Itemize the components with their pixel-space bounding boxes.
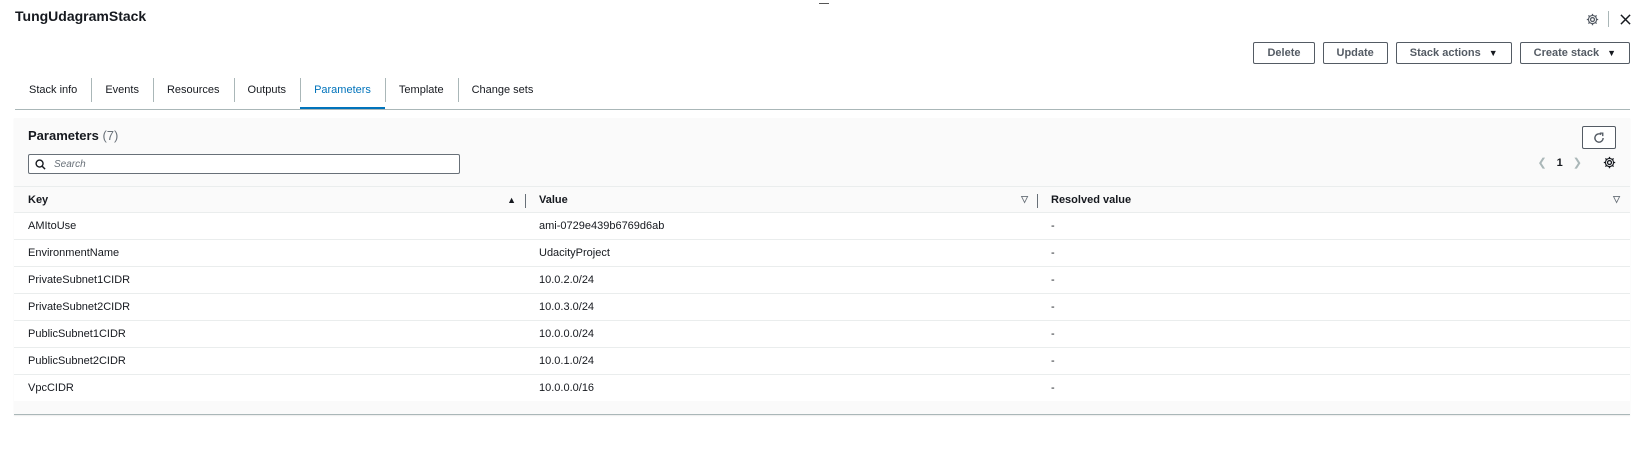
row-resolved-value: - — [1038, 266, 1630, 294]
next-page-icon[interactable]: ❯ — [1573, 156, 1582, 169]
action-buttons: Delete Update Stack actions ▼ Create stac… — [1253, 42, 1630, 64]
column-value-label: Value — [539, 193, 568, 206]
current-page[interactable]: 1 — [1557, 157, 1563, 169]
panel-title: Parameters (7) — [28, 128, 118, 143]
tab-resources[interactable]: Resources — [152, 75, 234, 105]
row-key: VpcCIDR — [14, 374, 526, 401]
search-field[interactable] — [28, 154, 460, 174]
row-value: 10.0.0.0/24 — [526, 320, 1038, 348]
update-button[interactable]: Update — [1322, 42, 1388, 64]
sort-caret-icon: ▽ — [1613, 194, 1620, 204]
refresh-icon — [1594, 131, 1604, 143]
table-row: PrivateSubnet2CIDR 10.0.3.0/24- — [14, 293, 1630, 321]
caret-down-icon: ▼ — [1488, 48, 1498, 58]
column-key-label: Key — [28, 193, 49, 206]
row-value: 10.0.3.0/24 — [526, 293, 1038, 321]
table-row: PublicSubnet2CIDR 10.0.1.0/24- — [14, 347, 1630, 375]
pagination: ❮ 1 ❯ — [1537, 156, 1582, 170]
tab-outputs[interactable]: Outputs — [233, 75, 301, 105]
row-resolved-value: - — [1038, 347, 1630, 375]
delete-button[interactable]: Delete — [1253, 42, 1315, 64]
search-input[interactable] — [52, 157, 446, 171]
search-icon — [35, 158, 46, 170]
row-key: PublicSubnet1CIDR — [14, 320, 526, 348]
tab-template[interactable]: Template — [384, 75, 458, 105]
table-row: PublicSubnet1CIDR 10.0.0.0/24- — [14, 320, 1630, 348]
delete-label: Delete — [1267, 47, 1301, 59]
row-key: PrivateSubnet2CIDR — [14, 293, 526, 321]
parameters-table: Key ▲ Value ▽ Resolved value ▽ AMItoUse ami-… — [14, 186, 1630, 401]
parameters-panel: Parameters (7) ❮ 1 ❯ Key ▲ Value ▽ Resolve… — [14, 118, 1630, 415]
stack-actions-label: Stack actions — [1409, 47, 1481, 59]
caret-down-icon: ▼ — [1607, 48, 1616, 58]
row-resolved-value: - — [1038, 374, 1630, 401]
tab-events[interactable]: Events — [91, 75, 153, 105]
parameter-count: (7) — [102, 128, 119, 143]
row-value: 10.0.0.0/16 — [526, 374, 1038, 401]
close-icon[interactable] — [1615, 9, 1635, 29]
row-value: 10.0.2.0/24 — [526, 266, 1038, 294]
table-row: VpcCIDR 10.0.0.0/16- — [14, 374, 1630, 401]
table-row: PrivateSubnet1CIDR 10.0.2.0/24- — [14, 266, 1630, 294]
update-label: Update — [1336, 47, 1374, 59]
tab-stack-info[interactable]: Stack info — [15, 75, 91, 105]
row-resolved-value: - — [1038, 320, 1630, 348]
row-value: 10.0.1.0/24 — [526, 347, 1038, 375]
drag-handle[interactable] — [819, 3, 829, 4]
preferences-gear-icon[interactable] — [1603, 156, 1616, 169]
refresh-button[interactable] — [1582, 126, 1616, 149]
header-icons — [1582, 9, 1635, 29]
row-resolved-value: - — [1038, 239, 1630, 267]
row-resolved-value: - — [1038, 293, 1630, 321]
row-key: AMItoUse — [14, 212, 526, 240]
column-header-key[interactable]: Key ▲ — [14, 186, 526, 213]
column-resolved-label: Resolved value — [1051, 193, 1132, 206]
row-key: PublicSubnet2CIDR — [14, 347, 526, 375]
table-row: EnvironmentName UdacityProject - — [14, 239, 1630, 267]
previous-page-icon[interactable]: ❮ — [1537, 156, 1546, 169]
sort-caret-icon: ▽ — [1021, 194, 1028, 204]
row-key: PrivateSubnet1CIDR — [14, 266, 526, 294]
gear-icon[interactable] — [1582, 9, 1602, 29]
column-header-resolved[interactable]: Resolved value ▽ — [1038, 186, 1630, 213]
stack-actions-button[interactable]: Stack actions ▼ — [1395, 42, 1512, 64]
table-header-row: Key ▲ Value ▽ Resolved value ▽ — [14, 186, 1630, 213]
header-divider — [1608, 11, 1609, 27]
row-value: ami-0729e439b6769d6ab — [526, 212, 1038, 240]
stack-tabs: Stack info Events Resources Outputs Para… — [15, 75, 1630, 110]
stack-title: TungUdagramStack — [15, 8, 147, 24]
row-key: EnvironmentName — [14, 239, 526, 267]
sort-ascending-icon: ▲ — [507, 194, 516, 205]
column-header-value[interactable]: Value ▽ — [526, 186, 1038, 213]
create-stack-button[interactable]: Create stack ▼ — [1519, 42, 1630, 64]
create-stack-label: Create stack — [1533, 47, 1600, 59]
row-resolved-value: - — [1038, 212, 1630, 240]
tab-change-sets[interactable]: Change sets — [457, 75, 548, 105]
table-row: AMItoUse ami-0729e439b6769d6ab - — [14, 212, 1630, 240]
panel-title-text: Parameters — [28, 128, 99, 143]
tab-parameters[interactable]: Parameters — [300, 75, 385, 109]
row-value: UdacityProject — [526, 239, 1038, 267]
